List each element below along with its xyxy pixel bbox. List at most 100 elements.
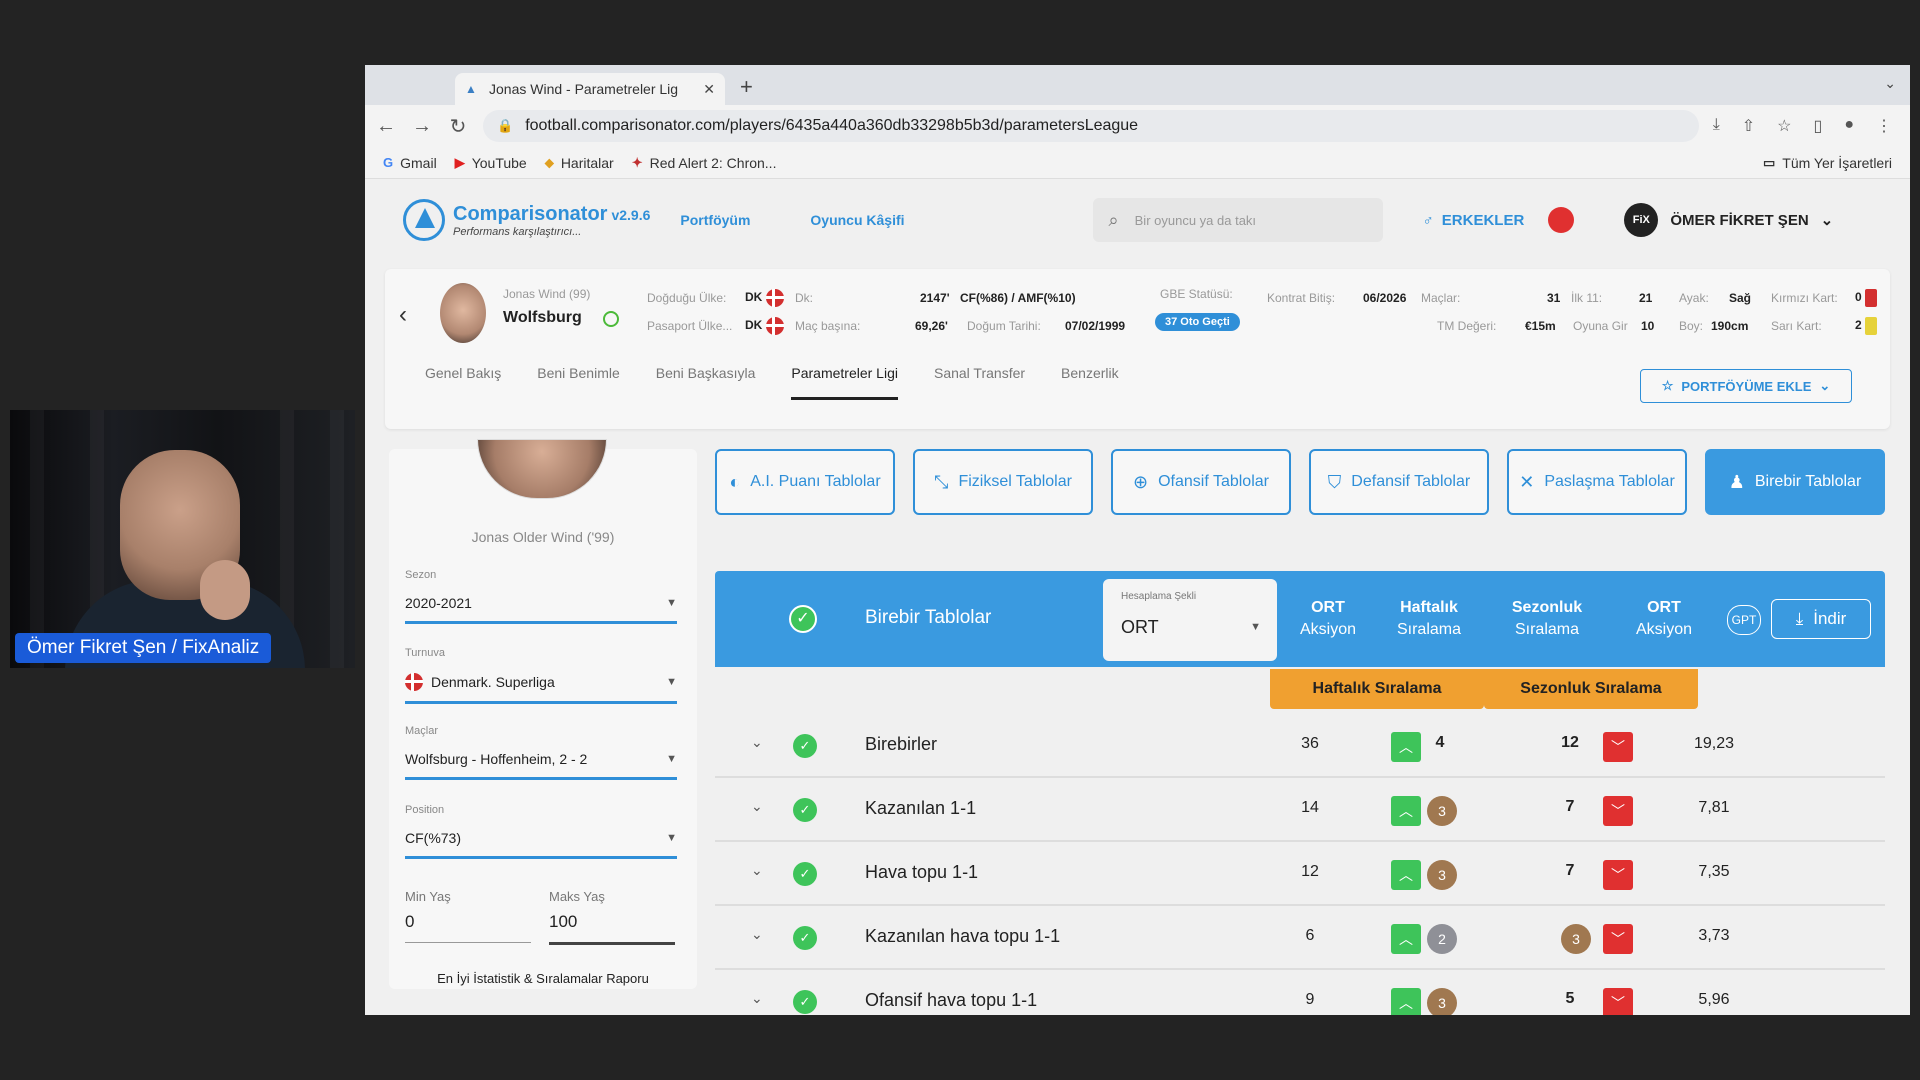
tab-me-vs-me[interactable]: Beni Benimle	[537, 365, 620, 400]
defensive-tables-button[interactable]: ⛉ Defansif Tablolar	[1309, 449, 1489, 515]
rank-labels: Haftalık Sıralama Sezonluk Sıralama	[1270, 669, 1698, 709]
check-icon[interactable]: ✓	[793, 798, 817, 822]
tab-parameters-league[interactable]: Parametreler Ligi	[791, 365, 898, 400]
install-app-icon[interactable]: ⤓	[1713, 116, 1720, 136]
player-name: Jonas Wind (99)	[503, 287, 591, 301]
presenter-hand	[200, 560, 250, 620]
check-icon[interactable]: ✓	[793, 926, 817, 950]
forward-arrow-icon[interactable]: →	[411, 115, 433, 138]
player-search-input[interactable]: ⌕ Bir oyuncu ya da takı	[1092, 198, 1383, 242]
browser-toolbar: ← → ↻ 🔒 football.comparisonator.com/play…	[365, 105, 1910, 147]
download-button[interactable]: ⤓ İndir	[1771, 599, 1871, 639]
male-icon: ♂	[1422, 211, 1434, 229]
menu-kebab-icon[interactable]: ⋮	[1876, 116, 1892, 136]
check-icon[interactable]: ✓	[793, 990, 817, 1014]
table-header: ✓ Birebir Tablolar Hesaplama Şekli ORT ▼…	[715, 571, 1885, 667]
tab-general[interactable]: Genel Bakış	[425, 365, 501, 400]
silver-medal-badge: 2	[1427, 924, 1457, 954]
club-badge-icon	[603, 311, 619, 327]
league-select[interactable]: Turnuva Denmark. Superliga ▼	[405, 647, 677, 704]
bookmarks-bar: G Gmail ▶ YouTube ⬥ Haritalar ✦ Red Alert 2:…	[365, 147, 1910, 179]
table-row[interactable]: ⌄ ✓ Kazanılan 1-1 14 ︿ 3 7 ﹀ 7,81	[715, 778, 1885, 842]
bookmark-youtube[interactable]: ▶ YouTube	[455, 155, 527, 171]
yellow-card-label: Sarı Kart:	[1771, 319, 1822, 333]
table-row[interactable]: ⌄ ✓ Ofansif hava topu 1-1 9 ︿ 3 5 ﹀ 5,96	[715, 970, 1885, 1015]
browser-tab[interactable]: ▲ Jonas Wind - Parametreler Lig ✕	[455, 73, 725, 105]
physical-tables-button[interactable]: ⤡ Fiziksel Tablolar	[913, 449, 1093, 515]
bookmark-gmail[interactable]: G Gmail	[383, 155, 437, 171]
gpt-button[interactable]: GPT	[1727, 605, 1761, 635]
turkey-flag-icon[interactable]	[1548, 207, 1575, 233]
reload-icon[interactable]: ↻	[447, 114, 469, 139]
google-icon: G	[383, 155, 394, 170]
user-menu[interactable]: FiX ÖMER FİKRET ŞEN ⌄	[1624, 203, 1833, 237]
table-row[interactable]: ⌄ ✓ Birebirler 36 ︿ 4 12 ﹀ 19,23	[715, 714, 1885, 778]
position-select[interactable]: Position CF(%73) ▼	[405, 804, 677, 859]
tab-me-vs-other[interactable]: Beni Başkasıyla	[656, 365, 756, 400]
report-link[interactable]: En İyi İstatistik & Sıralamalar Raporu	[389, 971, 697, 986]
weekly-rank-label: Haftalık Sıralama	[1270, 669, 1484, 709]
table-row[interactable]: ⌄ ✓ Kazanılan hava topu 1-1 6 ︿ 2 3 ﹀ 3,…	[715, 906, 1885, 970]
rank-up-icon: ︿	[1391, 988, 1421, 1015]
url-text: football.comparisonator.com/players/6435…	[525, 117, 1139, 134]
tab-virtual-transfer[interactable]: Sanal Transfer	[934, 365, 1025, 400]
back-chevron-icon[interactable]: ‹	[399, 301, 407, 329]
gender-toggle[interactable]: ♂ ERKEKLER	[1423, 212, 1525, 229]
expand-chevron-icon[interactable]: ⌄	[751, 734, 763, 751]
nav-player-explorer[interactable]: Oyuncu Kâşifi	[810, 212, 904, 228]
yellow-card-icon	[1865, 317, 1878, 335]
expand-chevron-icon[interactable]: ⌄	[751, 990, 763, 1007]
tab-similarity[interactable]: Benzerlik	[1061, 365, 1119, 400]
bookmark-red-alert[interactable]: ✦ Red Alert 2: Chron...	[632, 155, 777, 171]
select-all-check-icon[interactable]: ✓	[789, 605, 817, 633]
tab-title: Jonas Wind - Parametreler Lig	[489, 81, 679, 97]
tab-search-chevron-icon[interactable]: ⌄	[1884, 75, 1896, 92]
table-row[interactable]: ⌄ ✓ Hava topu 1-1 12 ︿ 3 7 ﹀ 7,35	[715, 842, 1885, 906]
col-weekly-rank[interactable]: Haftalık Sıralama	[1369, 597, 1489, 641]
subbed-value: 10	[1641, 319, 1655, 333]
site-logo[interactable]: Comparisonator v2.9.6 Performans karşılaş…	[403, 199, 650, 241]
add-to-portfolio-button[interactable]: ☆ PORTFÖYÜME EKLE ⌄	[1640, 369, 1852, 403]
passing-tables-button[interactable]: ✕ Paslaşma Tablolar	[1507, 449, 1687, 515]
player-club: Wolfsburg	[503, 309, 582, 326]
share-icon[interactable]: ⇧	[1742, 116, 1755, 136]
ai-icon: ◐	[729, 471, 741, 492]
bookmark-star-icon[interactable]: ☆	[1777, 116, 1791, 136]
profile-icon[interactable]: ●	[1844, 116, 1854, 136]
col-season-rank[interactable]: Sezonluk Sıralama	[1487, 597, 1607, 641]
col-avg-action[interactable]: ORT Aksiyon	[1613, 597, 1715, 641]
expand-chevron-icon[interactable]: ⌄	[751, 926, 763, 943]
dropdown-caret-icon: ▼	[666, 753, 677, 765]
min-age-field[interactable]: Min Yaş 0	[405, 889, 531, 945]
per-match-value: 69,26'	[915, 319, 948, 333]
close-tab-icon[interactable]: ✕	[703, 81, 715, 98]
offensive-tables-button[interactable]: ⊕ Ofansif Tablolar	[1111, 449, 1291, 515]
foot-label: Ayak:	[1679, 291, 1709, 305]
position-value: CF(%86) / AMF(%10)	[960, 291, 1076, 305]
dropdown-caret-icon: ▼	[1250, 621, 1261, 633]
check-icon[interactable]: ✓	[793, 734, 817, 758]
foot-value: Sağ	[1729, 291, 1752, 305]
one-on-one-tables-button[interactable]: ♟ Birebir Tablolar	[1705, 449, 1885, 515]
back-arrow-icon[interactable]: ←	[375, 115, 397, 138]
side-panel-icon[interactable]: ▯	[1814, 116, 1823, 136]
col-ort-action[interactable]: ORT Aksiyon	[1293, 597, 1363, 641]
expand-chevron-icon[interactable]: ⌄	[751, 862, 763, 879]
expand-chevron-icon[interactable]: ⌄	[751, 798, 763, 815]
calculation-method-select[interactable]: Hesaplama Şekli ORT ▼	[1103, 579, 1277, 661]
new-tab-icon[interactable]: +	[740, 74, 753, 100]
dropdown-caret-icon: ▼	[666, 832, 677, 844]
tab-strip: ▲ Jonas Wind - Parametreler Lig ✕ + ⌄	[365, 65, 1910, 105]
address-bar[interactable]: 🔒 football.comparisonator.com/players/64…	[483, 110, 1699, 142]
match-select[interactable]: Maçlar Wolfsburg - Hoffenheim, 2 - 2 ▼	[405, 725, 677, 780]
check-icon[interactable]: ✓	[793, 862, 817, 886]
logo-icon	[403, 199, 445, 241]
brand-name: Comparisonator	[453, 202, 608, 225]
map-pin-icon: ⬥	[544, 154, 554, 170]
bookmark-maps[interactable]: ⬥ Haritalar	[545, 155, 614, 171]
ai-score-tables-button[interactable]: ◐ A.I. Puanı Tablolar	[715, 449, 895, 515]
nav-portfolio[interactable]: Portföyüm	[680, 212, 750, 228]
max-age-field[interactable]: Maks Yaş 100	[549, 889, 675, 945]
season-select[interactable]: Sezon 2020-2021 ▼	[405, 569, 677, 624]
all-bookmarks[interactable]: ▭ Tüm Yer İşaretleri	[1763, 155, 1892, 171]
